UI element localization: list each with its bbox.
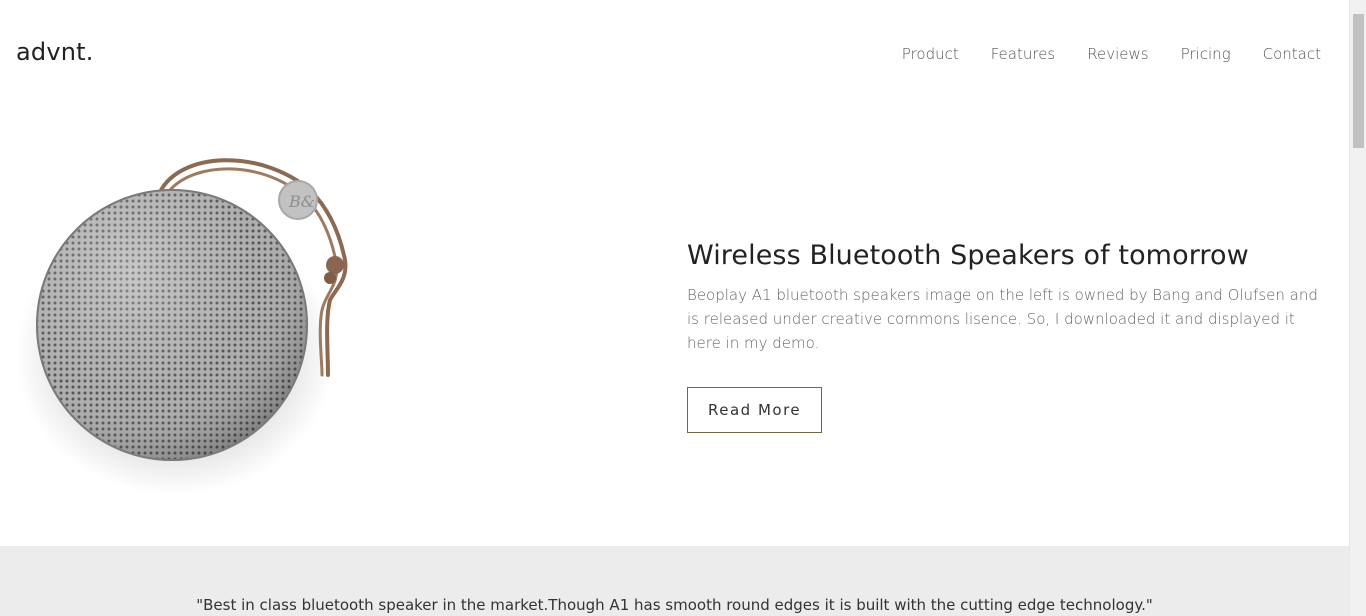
landing-page: advnt. Product Features Reviews Pricing …	[0, 0, 1349, 616]
read-more-button[interactable]: Read More	[687, 387, 823, 433]
brand-logo[interactable]: advnt.	[16, 38, 94, 66]
main-nav: Product Features Reviews Pricing Contact	[902, 45, 1321, 63]
nav-reviews[interactable]: Reviews	[1087, 45, 1148, 63]
nav-pricing[interactable]: Pricing	[1181, 45, 1231, 63]
nav-contact[interactable]: Contact	[1263, 45, 1321, 63]
hero-description: Beoplay A1 bluetooth speakers image on t…	[687, 286, 1318, 352]
hero-content: Wireless Bluetooth Speakers of tomorrow …	[687, 240, 1327, 433]
hero-title: Wireless Bluetooth Speakers of tomorrow	[687, 240, 1249, 271]
scrollbar-thumb[interactable]	[1353, 14, 1364, 148]
nav-features[interactable]: Features	[991, 45, 1056, 63]
testimonial-quote: "Best in class bluetooth speaker in the …	[196, 596, 1153, 614]
svg-text:B&: B&	[288, 192, 315, 211]
vertical-scrollbar[interactable]	[1349, 0, 1366, 616]
testimonial-band: "Best in class bluetooth speaker in the …	[0, 546, 1349, 616]
bluetooth-speaker-image: B&	[10, 150, 360, 500]
nav-product[interactable]: Product	[902, 45, 959, 63]
